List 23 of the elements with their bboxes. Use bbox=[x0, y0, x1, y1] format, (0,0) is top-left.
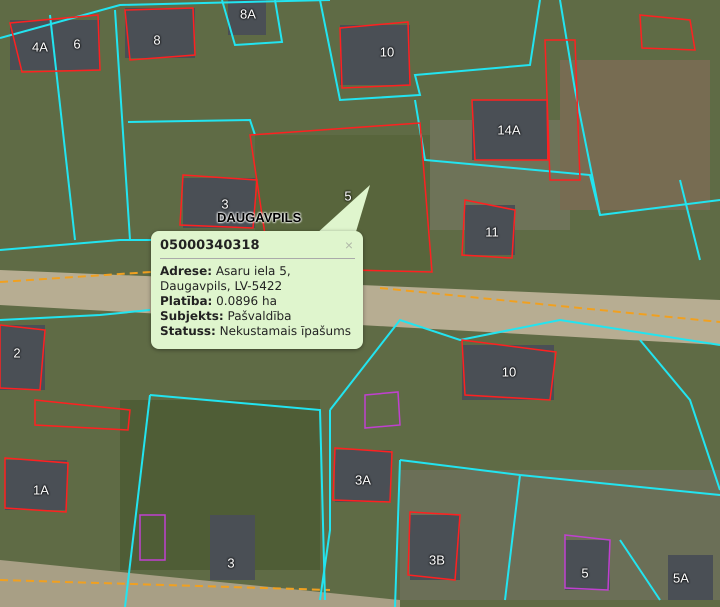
parcel-number: 8A bbox=[240, 6, 256, 22]
parcel-number: 14A bbox=[497, 122, 521, 138]
parcel-number: 3 bbox=[227, 556, 235, 570]
close-button[interactable]: × bbox=[342, 237, 355, 253]
parcel-number: 10 bbox=[380, 44, 394, 60]
parcel-number: 3 bbox=[221, 196, 229, 212]
parcel-number: 2 bbox=[13, 346, 21, 360]
parcel-number: 11 bbox=[485, 224, 499, 240]
parcel-number: 8 bbox=[153, 32, 161, 48]
parcel-number: 3B bbox=[429, 552, 445, 568]
info-line: Platība: 0.0896 ha bbox=[160, 294, 278, 309]
parcel-number: 6 bbox=[73, 36, 81, 52]
parcel-number: 1A bbox=[33, 482, 49, 498]
info-line: Statuss: Nekustamais īpašums bbox=[160, 324, 352, 339]
parcel-number: 10 bbox=[502, 364, 516, 380]
parcel-number: 3A bbox=[355, 472, 371, 488]
parcel-id: 05000340318 bbox=[160, 238, 260, 252]
parcel-number: 4A bbox=[32, 40, 48, 54]
parcel-number: 5 bbox=[344, 188, 352, 204]
info-line: Adrese: Asaru iela 5, Daugavpils, LV-5422 bbox=[160, 264, 292, 294]
parcel-number: 5 bbox=[581, 566, 589, 580]
info-line: Subjekts: Pašvaldība bbox=[160, 309, 293, 324]
parcel-number: 5A bbox=[673, 570, 689, 586]
